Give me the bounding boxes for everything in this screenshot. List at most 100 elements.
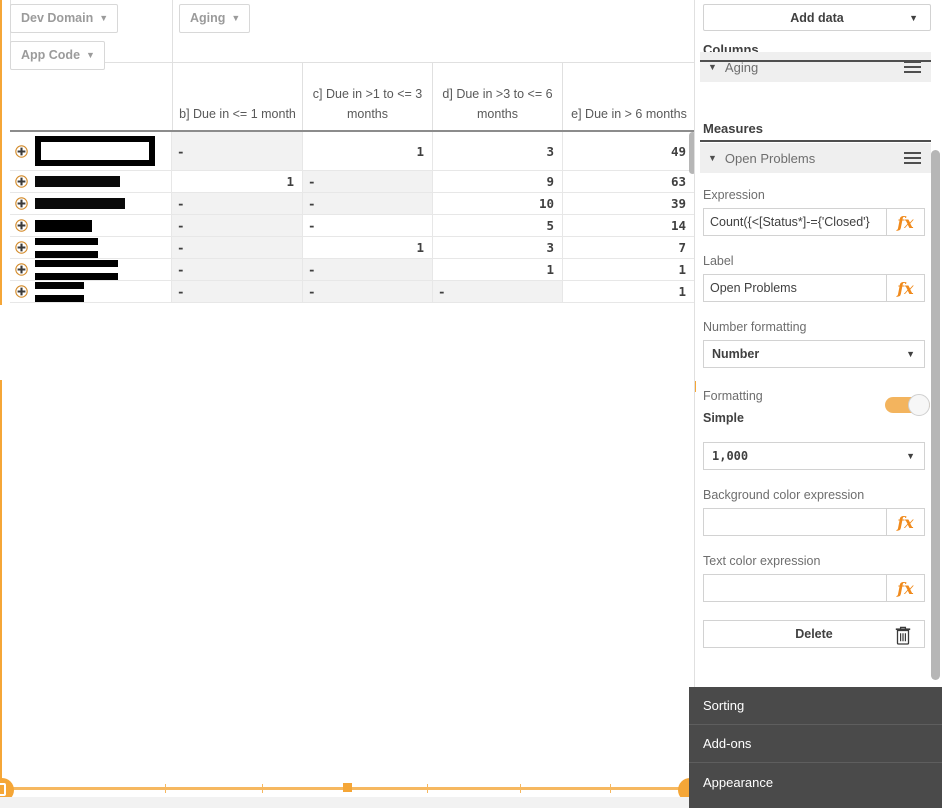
redacted-label	[35, 219, 92, 232]
measures-item-open-problems[interactable]: ▼ Open Problems	[700, 143, 931, 173]
column-header-d[interactable]: d] Due in >3 to <= 6 months	[433, 63, 563, 130]
table-cell[interactable]: -	[303, 215, 433, 236]
table-cell[interactable]: 7	[563, 237, 694, 258]
slider-marker[interactable]	[343, 783, 352, 792]
text-color-fx-button[interactable]: fx	[886, 574, 925, 602]
row-dimension-cell[interactable]	[10, 281, 172, 302]
column-header-e[interactable]: e] Due in > 6 months	[563, 63, 695, 130]
chevron-down-icon: ▼	[86, 50, 95, 60]
redacted-label	[35, 281, 84, 302]
table-cell[interactable]: -	[172, 193, 303, 214]
expand-icon[interactable]	[15, 144, 28, 158]
caret-down-icon: ▼	[708, 153, 717, 163]
table-cell[interactable]: -	[172, 259, 303, 280]
measures-section-rule	[700, 140, 931, 142]
table-cell[interactable]: 49	[563, 132, 694, 170]
columns-section-rule	[700, 60, 931, 62]
table-cell[interactable]: -	[172, 132, 303, 170]
row-dimension-cell[interactable]	[10, 215, 172, 236]
expand-icon[interactable]	[15, 285, 28, 298]
table-cell[interactable]: -	[303, 259, 433, 280]
filter-app-code-label: App Code	[21, 48, 81, 62]
text-color-input[interactable]	[703, 574, 886, 602]
label-label: Label	[703, 254, 734, 268]
label-input[interactable]: Open Problems	[703, 274, 886, 302]
columns-item-aging[interactable]: ▼ Aging	[700, 52, 931, 82]
format-pattern-value: 1,000	[712, 449, 749, 463]
number-formatting-label: Number formatting	[703, 320, 807, 334]
row-dimension-cell[interactable]	[10, 259, 172, 280]
chevron-down-icon: ▼	[909, 12, 918, 23]
table-row: - - 1 1	[10, 259, 695, 281]
background-color-input[interactable]	[703, 508, 886, 536]
panel-vertical-scrollbar[interactable]	[931, 150, 940, 680]
table-cell[interactable]: 5	[433, 215, 563, 236]
background-color-fx-button[interactable]: fx	[886, 508, 925, 536]
filter-app-code[interactable]: App Code ▼	[10, 41, 105, 70]
toggle-knob	[908, 394, 930, 416]
add-data-label: Add data	[790, 10, 844, 25]
filter-aging[interactable]: Aging ▼	[179, 4, 251, 33]
table-cell[interactable]: -	[172, 215, 303, 236]
redacted-label	[35, 259, 118, 280]
table-cell[interactable]: -	[303, 171, 433, 192]
column-header-d-label: d] Due in >3 to <= 6 months	[442, 87, 553, 121]
drag-handle-icon[interactable]	[904, 61, 921, 73]
table-cell[interactable]: 9	[433, 171, 563, 192]
chevron-down-icon: ▼	[906, 349, 915, 359]
row-dimension-cell[interactable]	[10, 132, 172, 170]
table-cell[interactable]: 1	[303, 132, 433, 170]
expand-icon[interactable]	[15, 263, 28, 276]
table-row: - - - 1	[10, 281, 695, 303]
column-header-c[interactable]: c] Due in >1 to <= 3 months	[303, 63, 433, 130]
expand-icon[interactable]	[15, 197, 28, 210]
delete-button[interactable]: Delete	[703, 620, 925, 648]
filter-dev-domain[interactable]: Dev Domain ▼	[10, 4, 119, 33]
slider-tick	[520, 784, 521, 793]
formatting-toggle[interactable]	[885, 394, 930, 416]
column-header-e-label: e] Due in > 6 months	[571, 107, 687, 121]
table-cell[interactable]: -	[433, 281, 563, 302]
text-color-expression-label: Text color expression	[703, 554, 821, 568]
table-cell[interactable]: 63	[563, 171, 694, 192]
table-cell[interactable]: -	[172, 281, 303, 302]
menu-item-add-ons-label: Add-ons	[703, 736, 752, 751]
menu-item-sorting[interactable]: Sorting	[689, 687, 942, 725]
format-pattern-select[interactable]: 1,000 ▼	[703, 442, 925, 470]
number-formatting-select[interactable]: Number ▼	[703, 340, 925, 368]
table-cell[interactable]: 10	[433, 193, 563, 214]
table-cell[interactable]: 1	[563, 259, 694, 280]
slider-tick	[610, 784, 611, 793]
add-data-button[interactable]: Add data ▼	[703, 4, 931, 31]
chevron-down-icon: ▼	[99, 13, 109, 23]
column-header-b[interactable]: b] Due in <= 1 month	[173, 63, 303, 130]
label-fx-button[interactable]: fx	[886, 274, 925, 302]
table-cell[interactable]: 3	[433, 237, 563, 258]
drag-handle-icon[interactable]	[904, 152, 921, 164]
row-dimension-cell[interactable]	[10, 193, 172, 214]
expand-icon[interactable]	[15, 175, 28, 188]
table-cell[interactable]: 39	[563, 193, 694, 214]
table-cell[interactable]: -	[172, 237, 303, 258]
menu-item-appearance[interactable]: Appearance	[689, 763, 942, 801]
table-cell[interactable]: 14	[563, 215, 694, 236]
row-dimension-cell[interactable]	[10, 171, 172, 192]
filter-aging-wrap: Aging ▼	[179, 4, 251, 40]
table-cell[interactable]: -	[303, 193, 433, 214]
table-cell[interactable]: 1	[433, 259, 563, 280]
table-cell[interactable]: 1	[172, 171, 303, 192]
formatting-mode-value: Simple	[703, 411, 744, 425]
table-cell[interactable]: 1	[303, 237, 433, 258]
table-row: 1 - 9 63	[10, 171, 695, 193]
expand-icon[interactable]	[15, 219, 28, 232]
expand-icon[interactable]	[15, 241, 28, 254]
trash-icon	[894, 625, 912, 648]
redacted-label	[35, 237, 98, 258]
table-cell[interactable]: 1	[563, 281, 694, 302]
menu-item-add-ons[interactable]: Add-ons	[689, 725, 942, 763]
expression-fx-button[interactable]: fx	[886, 208, 925, 236]
table-cell[interactable]: 3	[433, 132, 563, 170]
row-dimension-cell[interactable]	[10, 237, 172, 258]
expression-input[interactable]: Count({<[Status*]-={'Closed'}	[703, 208, 886, 236]
table-cell[interactable]: -	[303, 281, 433, 302]
